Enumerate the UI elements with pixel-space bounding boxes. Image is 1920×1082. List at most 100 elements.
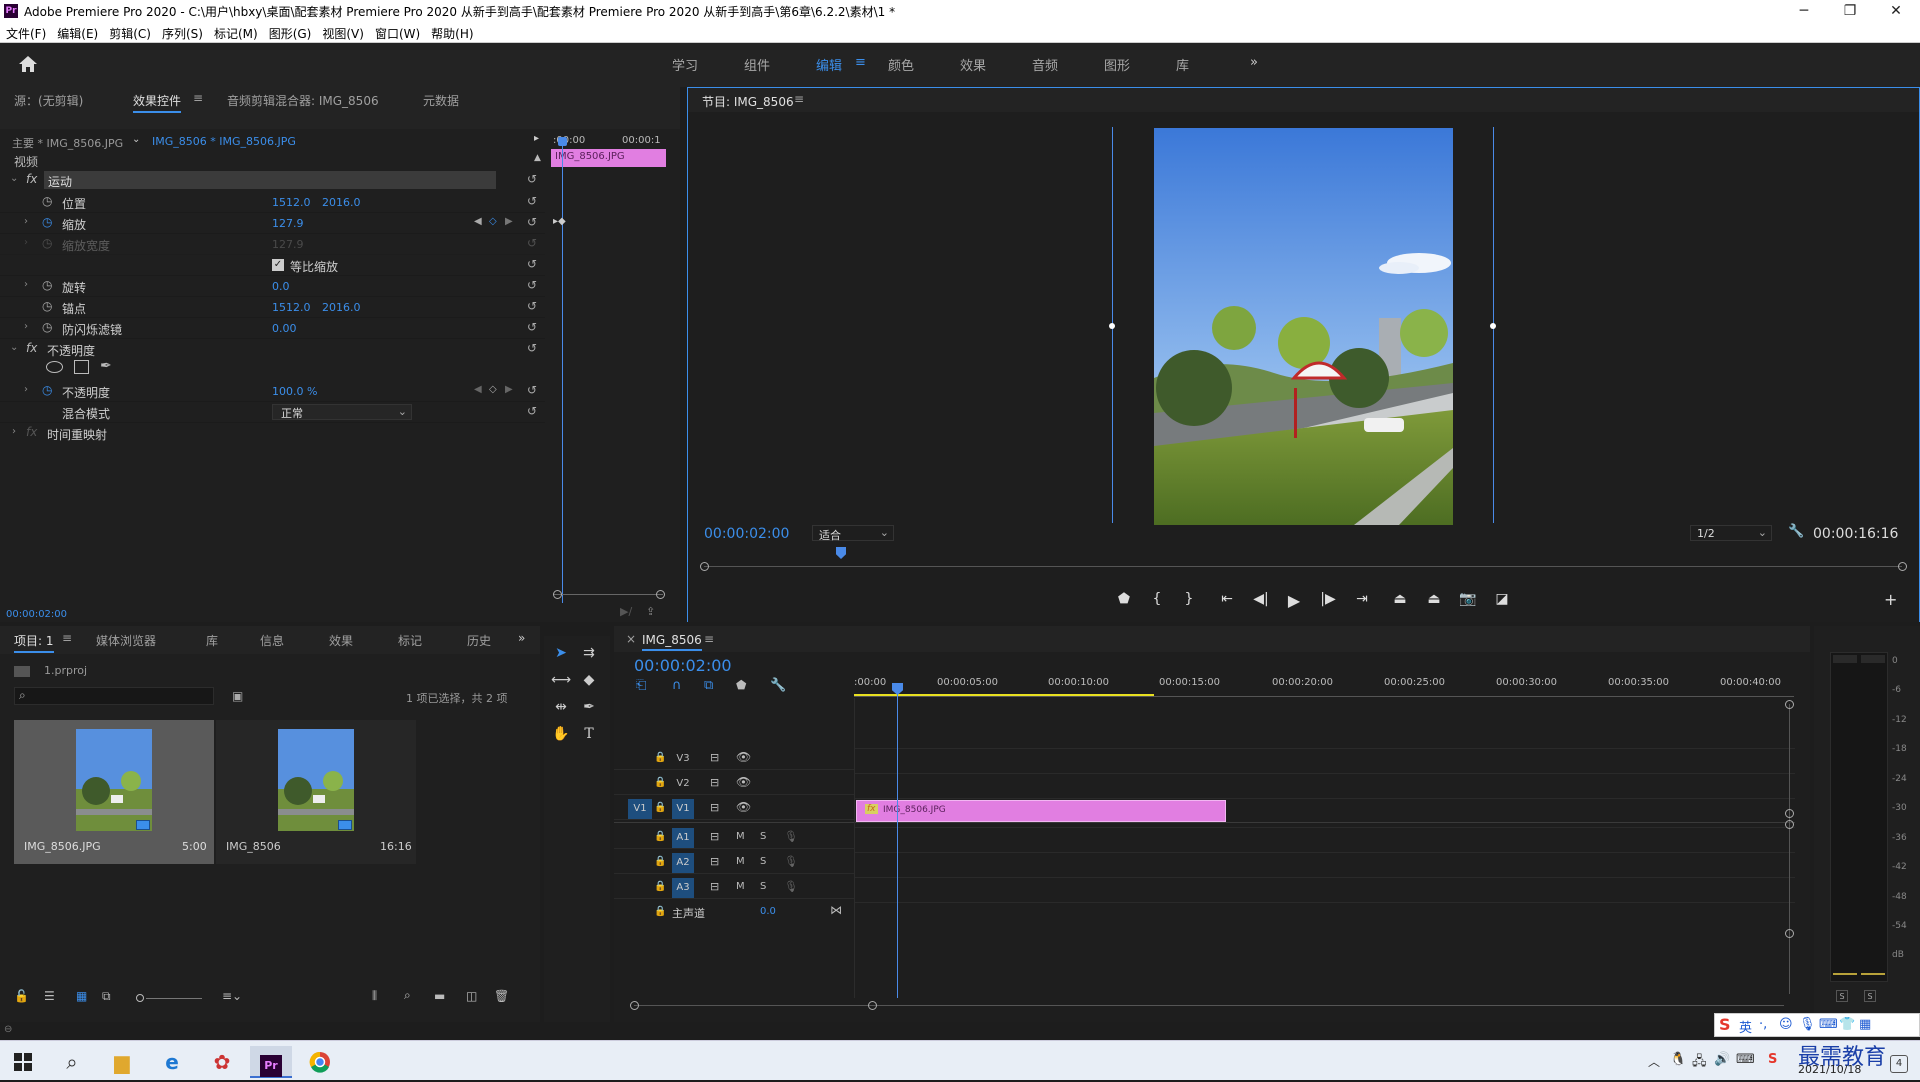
tab-libraries[interactable]: 库 <box>206 632 218 649</box>
hand-tool-icon[interactable]: ✋ <box>550 723 572 745</box>
anchor-stopwatch-icon[interactable]: ◷ <box>42 299 52 313</box>
master-volume-value[interactable]: 0.0 <box>760 906 776 917</box>
scale-reset-icon[interactable]: ↺ <box>527 215 537 229</box>
scale-expand-icon[interactable]: › <box>24 216 28 227</box>
timeline-clip-v1[interactable]: fx IMG_8506.JPG <box>856 800 1226 822</box>
rectangle-mask-icon[interactable] <box>74 360 89 374</box>
track-header-a2[interactable]: 🔒 A2 ⊟ M S 🎙 <box>614 852 854 874</box>
chrome-browser-icon[interactable] <box>300 1046 340 1078</box>
search-icon[interactable]: ⌕ <box>52 1046 92 1078</box>
collapse-icon[interactable]: ▲ <box>534 153 541 163</box>
premiere-taskbar-button[interactable]: Pr <box>250 1046 292 1078</box>
program-video-frame[interactable] <box>1154 128 1453 525</box>
step-forward-icon[interactable]: |▶ <box>1316 591 1340 607</box>
antiflicker-reset-icon[interactable]: ↺ <box>527 320 537 334</box>
clip-label[interactable]: IMG_8506 * IMG_8506.JPG <box>152 135 296 148</box>
tab-audio-clip-mixer[interactable]: 音频剪辑混合器: IMG_8506 <box>227 92 379 109</box>
menu-edit[interactable]: 编辑(E) <box>51 22 103 42</box>
blend-mode-reset-icon[interactable]: ↺ <box>527 404 537 418</box>
antiflicker-value[interactable]: 0.00 <box>272 322 297 335</box>
taskbar-date[interactable]: 2021/10/18 <box>1798 1063 1861 1076</box>
resolution-select[interactable]: 1/2 ⌄ <box>1690 525 1772 541</box>
track-header-master[interactable]: 🔒 主声道 0.0 ⋈ <box>614 902 854 924</box>
position-reset-icon[interactable]: ↺ <box>527 194 537 208</box>
slip-tool-icon[interactable]: ⇹ <box>550 696 572 718</box>
lift-icon[interactable]: ⏏ <box>1388 591 1412 607</box>
workspace-menu-icon[interactable]: ≡ <box>855 55 866 70</box>
frame-handle-left[interactable] <box>1109 323 1115 329</box>
tab-project[interactable]: 项目: 1 <box>14 632 54 653</box>
rotation-reset-icon[interactable]: ↺ <box>527 278 537 292</box>
expand-timeline-icon[interactable]: ▸ <box>534 133 539 144</box>
project-menu-icon[interactable]: ≡ <box>62 631 72 645</box>
motion-expand-icon[interactable]: ⌄ <box>10 173 18 184</box>
button-editor-add-icon[interactable]: + <box>1884 590 1897 609</box>
motion-fx-icon[interactable]: fx <box>26 172 37 186</box>
ime-skin-icon[interactable]: 👕 <box>1839 1017 1855 1032</box>
timeline-playhead-line[interactable] <box>897 692 898 998</box>
project-search-input[interactable]: ⌕ <box>14 687 214 705</box>
motion-row[interactable]: ⌄ fx 运动 ↺ <box>0 170 545 190</box>
zoom-select[interactable]: 适合 ⌄ <box>812 525 894 542</box>
automate-to-sequence-icon[interactable]: ⫼ <box>372 989 377 1003</box>
menu-graphics[interactable]: 图形(G) <box>263 22 317 42</box>
home-icon[interactable] <box>18 55 38 73</box>
v3-lock-icon[interactable]: 🔒 <box>654 752 666 763</box>
notification-center-badge[interactable]: 4 <box>1890 1055 1908 1073</box>
a2-voiceover-mic-icon[interactable]: 🎙 <box>784 855 798 868</box>
project-tabs-more-icon[interactable]: » <box>518 631 525 645</box>
antiflicker-expand-icon[interactable]: › <box>24 321 28 332</box>
a1-sync-lock-icon[interactable]: ⊟ <box>710 830 719 843</box>
sogou-tray-icon[interactable]: S <box>1768 1052 1777 1067</box>
settings-wrench-icon[interactable]: 🔧 <box>1788 524 1804 539</box>
frame-handle-right[interactable] <box>1490 323 1496 329</box>
mini-scroll-left-handle[interactable] <box>553 590 562 599</box>
v1-source-patch[interactable]: V1 <box>628 799 652 819</box>
v-scroll-audio-handle[interactable] <box>1785 820 1794 829</box>
uniform-scale-checkbox[interactable]: ✓ <box>272 259 284 271</box>
file-explorer-icon[interactable]: ▆ <box>102 1046 142 1078</box>
a3-mute-button[interactable]: M <box>736 881 745 892</box>
audio-meter-track[interactable] <box>1830 652 1888 982</box>
workspace-learn[interactable]: 学习 <box>672 55 698 74</box>
close-window-button[interactable]: ✕ <box>1874 0 1918 22</box>
a2-mute-button[interactable]: M <box>736 856 745 867</box>
a2-sync-lock-icon[interactable]: ⊟ <box>710 855 719 868</box>
ime-emoji-icon[interactable]: ☺ <box>1779 1017 1793 1032</box>
tab-effect-controls[interactable]: 效果控件 <box>133 92 182 113</box>
mini-timeline-scrollbar[interactable] <box>553 594 663 595</box>
v1-visibility-eye-icon[interactable]: 👁 <box>736 800 751 814</box>
list-view-icon[interactable]: ☰ <box>44 989 55 1003</box>
mark-in-icon[interactable]: { <box>1145 591 1169 607</box>
position-x-value[interactable]: 1512.0 <box>272 196 311 209</box>
step-back-icon[interactable]: ◀| <box>1249 591 1273 607</box>
volume-icon[interactable]: 🔊 <box>1714 1052 1730 1067</box>
workspace-graphics[interactable]: 图形 <box>1104 55 1130 74</box>
timeline-timecode[interactable]: 00:00:02:00 <box>634 656 732 675</box>
workspace-assembly[interactable]: 组件 <box>744 55 770 74</box>
v2-lock-icon[interactable]: 🔒 <box>654 777 666 788</box>
v2-sync-lock-icon[interactable]: ⊟ <box>710 776 719 789</box>
opacity-expand-icon[interactable]: ⌄ <box>10 342 18 353</box>
scale-next-keyframe-icon[interactable]: ▶ <box>505 216 513 227</box>
mini-playhead[interactable] <box>562 143 563 603</box>
scale-value[interactable]: 127.9 <box>272 217 304 230</box>
ime-keyboard-icon[interactable]: ⌨ <box>1819 1017 1838 1032</box>
paint-app-icon[interactable]: ✿ <box>202 1046 242 1078</box>
nest-toggle-icon[interactable]: ⎗ <box>636 678 646 693</box>
restore-button[interactable]: ❐ <box>1828 0 1872 22</box>
windows-start-icon[interactable] <box>14 1053 32 1071</box>
tab-history[interactable]: 历史 <box>467 632 491 649</box>
menu-clip[interactable]: 剪辑(C) <box>103 22 156 42</box>
razor-tool-icon[interactable]: ◆ <box>578 669 600 691</box>
ime-language-indicator[interactable]: 英 <box>1739 1017 1752 1036</box>
v3-label[interactable]: V3 <box>672 750 694 768</box>
opacity-stopwatch-icon[interactable]: ◷ <box>42 383 52 397</box>
opacity-reset-icon[interactable]: ↺ <box>527 383 537 397</box>
opacity-add-keyframe-icon[interactable]: ◇ <box>489 384 497 395</box>
clip-selector-chevron-icon[interactable]: ⌄ <box>132 134 140 145</box>
freeform-view-icon[interactable]: ⧉ <box>102 989 111 1004</box>
v-scroll-bottom-handle[interactable] <box>1785 929 1794 938</box>
scrub-zoom-right-handle[interactable] <box>1898 562 1907 571</box>
snap-icon[interactable]: ∩ <box>672 678 682 693</box>
